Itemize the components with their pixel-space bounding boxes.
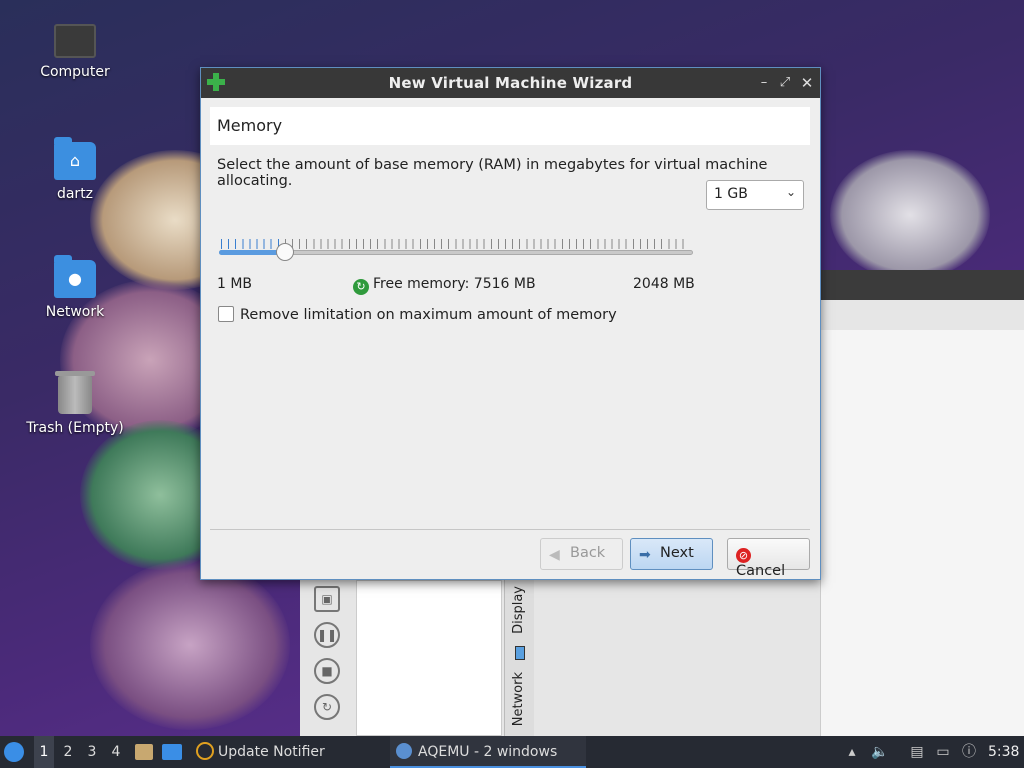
aqemu-header-bar xyxy=(820,270,1024,300)
desktop-icon-trash[interactable]: Trash (Empty) xyxy=(25,371,125,436)
wallpaper-art xyxy=(90,560,290,730)
workspace-3[interactable]: 3 xyxy=(82,736,102,768)
desktop-icon xyxy=(162,744,182,760)
slider-min-label: 1 MB xyxy=(217,276,253,292)
desktop-icon-label: dartz xyxy=(56,186,94,202)
trash-icon xyxy=(55,371,95,414)
chevron-down-icon: ⌄ xyxy=(785,185,796,199)
remove-limit-option[interactable]: Remove limitation on maximum amount of m… xyxy=(218,306,617,323)
vm-list[interactable] xyxy=(356,580,502,736)
free-memory-text: Free memory: 7516 MB xyxy=(373,276,536,292)
dialog-titlebar[interactable]: New Virtual Machine Wizard – ⤢ ✕ xyxy=(201,68,820,98)
task-aqemu[interactable]: AQEMU - 2 windows xyxy=(390,736,586,768)
show-desktop-launcher[interactable] xyxy=(162,736,182,768)
section-title: Memory xyxy=(210,107,810,145)
network-icon[interactable]: ▭ xyxy=(932,736,954,768)
stop-icon[interactable]: ■ xyxy=(314,658,340,684)
slider-ticks-filled xyxy=(221,239,283,249)
workspace-4[interactable]: 4 xyxy=(106,736,126,768)
network-folder-icon: ● xyxy=(54,255,96,298)
save-state-icon[interactable]: ▣ xyxy=(314,586,340,612)
distro-logo-icon xyxy=(4,742,24,762)
aqemu-toolbar: ▣ ❚❚ ■ ↻ xyxy=(300,580,354,736)
new-vm-wizard-dialog: New Virtual Machine Wizard – ⤢ ✕ Memory … xyxy=(200,67,821,580)
workspace-2[interactable]: 2 xyxy=(58,736,78,768)
free-memory-info: ↻ Free memory: 7516 MB xyxy=(353,276,536,295)
aqemu-content-area xyxy=(820,330,1024,736)
back-button-label: Back xyxy=(570,545,606,561)
volume-icon[interactable]: 🔈 xyxy=(869,736,891,768)
cancel-icon: ⊘ xyxy=(736,548,751,563)
computer-icon xyxy=(54,24,96,58)
taskbar: 1 2 3 4 Update Notifier AQEMU - 2 window… xyxy=(0,736,1024,768)
workspace-1[interactable]: 1 xyxy=(34,736,54,768)
remove-limit-label: Remove limitation on maximum amount of m… xyxy=(240,307,617,323)
task-label: Update Notifier xyxy=(218,744,325,760)
aqemu-side-tabs: Display Network xyxy=(504,580,534,736)
tab-display[interactable]: Display xyxy=(505,580,532,640)
pause-icon[interactable]: ❚❚ xyxy=(314,622,340,648)
task-update-notifier[interactable]: Update Notifier xyxy=(190,736,331,768)
remove-limit-checkbox[interactable] xyxy=(218,306,234,322)
desktop-icon-computer[interactable]: Computer xyxy=(25,24,125,80)
file-manager-launcher[interactable] xyxy=(135,736,153,768)
wallpaper-art xyxy=(830,150,990,280)
display-tab-icon xyxy=(514,645,525,660)
desktop-icon-network[interactable]: ● Network xyxy=(25,255,125,320)
cancel-button-label: Cancel xyxy=(736,563,786,579)
clipboard-icon[interactable]: ▤ xyxy=(906,736,928,768)
minimize-icon[interactable]: – xyxy=(754,73,774,93)
next-button-label: Next xyxy=(660,545,694,561)
desktop-icon-label: Trash (Empty) xyxy=(26,420,124,436)
tab-network[interactable]: Network xyxy=(505,666,532,732)
reset-icon[interactable]: ↻ xyxy=(314,694,340,720)
back-button[interactable]: ◀ Back xyxy=(540,538,623,570)
memory-size-value: 1 GB xyxy=(714,186,748,202)
dialog-title: New Virtual Machine Wizard xyxy=(388,74,633,92)
clock[interactable]: 5:38 xyxy=(988,736,1019,768)
file-manager-icon xyxy=(135,744,153,760)
tray-arrow-icon[interactable]: ▴ xyxy=(841,736,863,768)
desktop-icon-label: Computer xyxy=(40,64,110,80)
home-folder-icon: ⌂ xyxy=(54,137,96,180)
start-menu-button[interactable] xyxy=(4,736,28,768)
refresh-icon[interactable]: ↻ xyxy=(353,279,369,295)
desktop-icon-label: Network xyxy=(45,304,105,320)
dialog-separator xyxy=(210,529,810,530)
next-arrow-icon: ➡ xyxy=(639,547,651,563)
maximize-icon[interactable]: ⤢ xyxy=(775,73,795,93)
slider-handle[interactable] xyxy=(276,243,294,261)
back-arrow-icon: ◀ xyxy=(549,547,560,563)
close-icon[interactable]: ✕ xyxy=(797,73,817,93)
desktop-icon-home-folder[interactable]: ⌂ dartz xyxy=(25,137,125,202)
aqemu-icon xyxy=(396,743,412,759)
next-button[interactable]: ➡ Next xyxy=(630,538,713,570)
update-notifier-icon xyxy=(196,742,214,760)
cancel-button[interactable]: ⊘Cancel xyxy=(727,538,810,579)
slider-max-label: 2048 MB xyxy=(633,276,695,292)
memory-slider[interactable] xyxy=(219,238,693,262)
notification-icon[interactable]: ⓘ xyxy=(958,736,980,768)
task-label: AQEMU - 2 windows xyxy=(418,744,558,760)
memory-size-select[interactable]: 1 GB ⌄ xyxy=(706,180,804,210)
